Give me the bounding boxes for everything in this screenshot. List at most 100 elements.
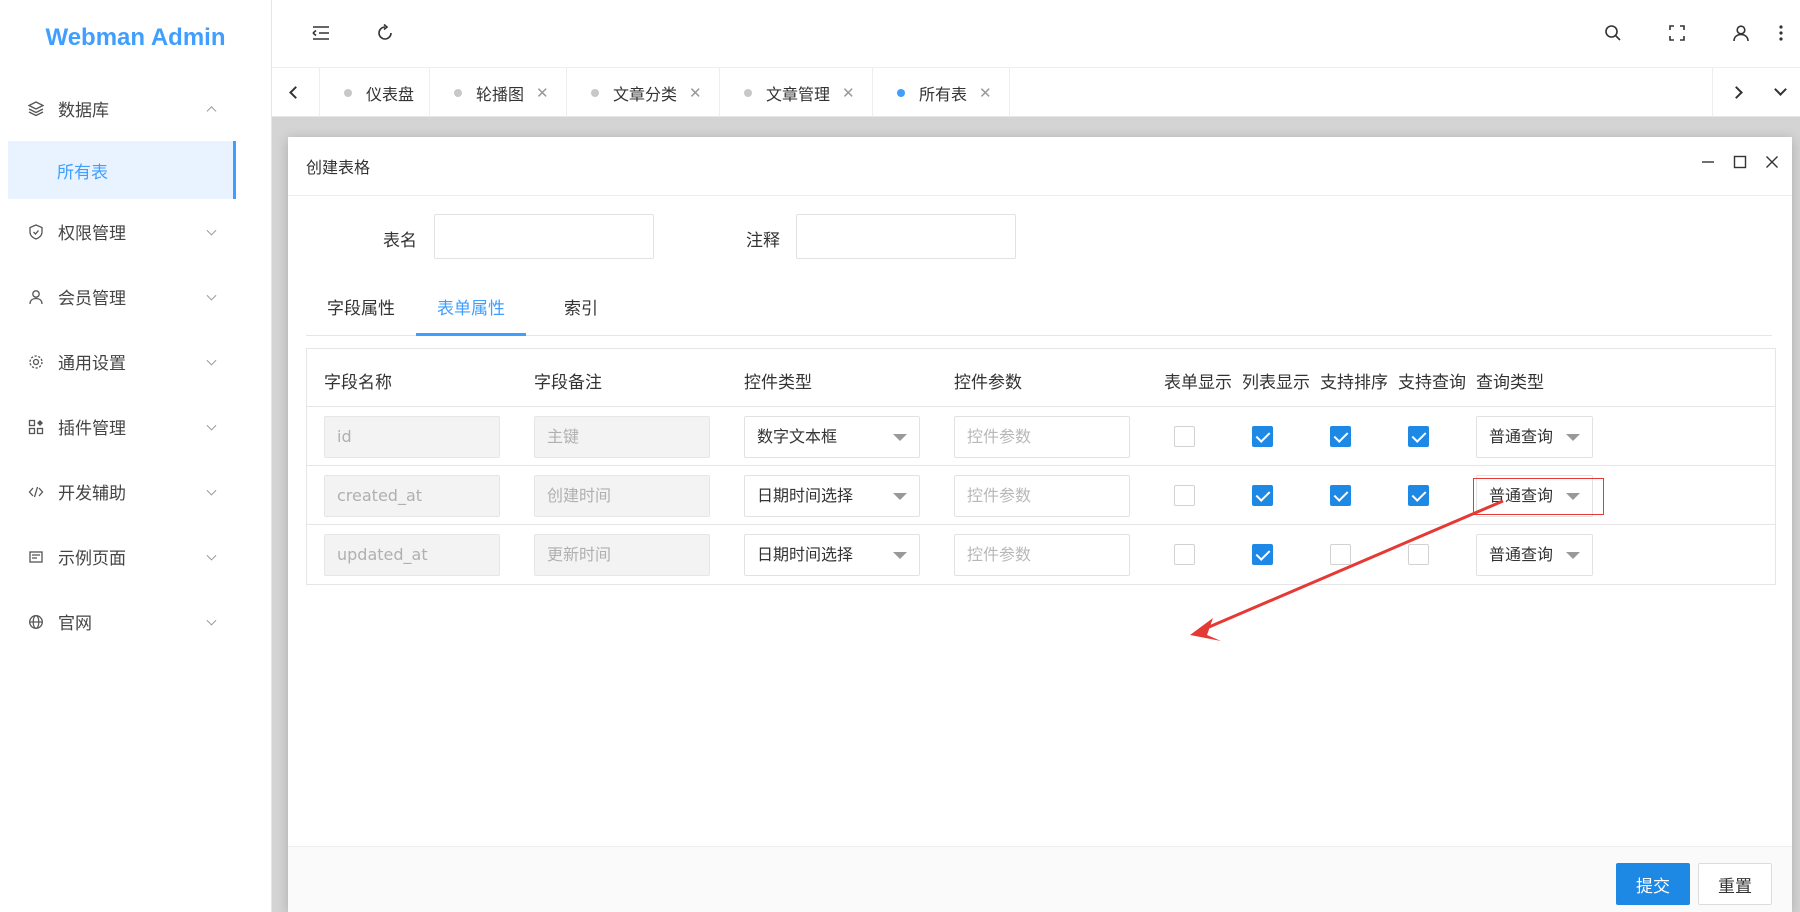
tab-article-category[interactable]: 文章分类 ✕ bbox=[567, 68, 720, 117]
globe-icon bbox=[28, 614, 44, 630]
control-type-select[interactable]: 日期时间选择 bbox=[744, 534, 920, 576]
column-header: 支持查询 bbox=[1398, 373, 1466, 393]
select-value: 普通查询 bbox=[1489, 545, 1554, 564]
form-show-checkbox[interactable] bbox=[1174, 544, 1195, 565]
tab-label: 轮播图 bbox=[476, 84, 525, 104]
select-value: 日期时间选择 bbox=[757, 486, 854, 505]
query-type-select[interactable]: 普通查询 bbox=[1476, 475, 1593, 517]
sidebar-item-dev-tools[interactable]: 开发辅助 bbox=[0, 459, 271, 524]
form-sub-tabs: 字段属性 表单属性 索引 bbox=[306, 292, 1772, 336]
control-type-select[interactable]: 数字文本框 bbox=[744, 416, 920, 458]
close-icon[interactable]: ✕ bbox=[979, 84, 992, 102]
control-param-input[interactable]: 控件参数 bbox=[954, 534, 1130, 576]
maximize-icon[interactable] bbox=[1732, 154, 1748, 170]
table-name-input[interactable] bbox=[434, 214, 654, 259]
sidebar-item-label: 会员管理 bbox=[58, 289, 126, 309]
submit-button[interactable]: 提交 bbox=[1616, 863, 1690, 905]
caret-down-icon bbox=[893, 552, 907, 559]
page-icon bbox=[28, 549, 44, 565]
tab-field-properties[interactable]: 字段属性 bbox=[306, 292, 416, 336]
tab-scroll-left[interactable] bbox=[272, 68, 320, 117]
query-type-select[interactable]: 普通查询 bbox=[1476, 534, 1593, 576]
field-remark-input[interactable]: 主键 bbox=[534, 416, 710, 458]
more-vertical-icon[interactable] bbox=[1770, 22, 1792, 44]
chevron-left-icon bbox=[289, 86, 302, 99]
reset-button[interactable]: 重置 bbox=[1698, 863, 1772, 905]
table-row: id 主键 数字文本框 控件参数 普通查询 bbox=[307, 407, 1775, 466]
tab-label: 文章管理 bbox=[766, 84, 831, 104]
query-type-select[interactable]: 普通查询 bbox=[1476, 416, 1593, 458]
close-icon[interactable]: ✕ bbox=[842, 84, 855, 102]
comment-input[interactable] bbox=[796, 214, 1016, 259]
form-show-checkbox[interactable] bbox=[1174, 426, 1195, 447]
tab-label: 文章分类 bbox=[613, 84, 678, 104]
column-header: 查询类型 bbox=[1476, 373, 1544, 393]
searchable-checkbox[interactable] bbox=[1408, 426, 1429, 447]
table-info-form: 表名 注释 bbox=[288, 214, 1792, 260]
sortable-checkbox[interactable] bbox=[1330, 485, 1351, 506]
table-name-label: 表名 bbox=[383, 231, 417, 251]
list-show-checkbox[interactable] bbox=[1252, 485, 1273, 506]
tab-dashboard[interactable]: 仪表盘 bbox=[320, 68, 430, 117]
user-icon[interactable] bbox=[1730, 22, 1752, 44]
tab-all-tables[interactable]: 所有表 ✕ bbox=[873, 68, 1010, 117]
chevron-down-icon bbox=[206, 225, 217, 236]
select-value: 普通查询 bbox=[1489, 427, 1554, 446]
caret-down-icon bbox=[893, 493, 907, 500]
searchable-checkbox[interactable] bbox=[1408, 485, 1429, 506]
minimize-icon[interactable] bbox=[1700, 154, 1716, 170]
form-show-checkbox[interactable] bbox=[1174, 485, 1195, 506]
sortable-checkbox[interactable] bbox=[1330, 426, 1351, 447]
search-icon[interactable] bbox=[1602, 22, 1624, 44]
sidebar-item-label: 插件管理 bbox=[58, 419, 126, 439]
sidebar-item-permissions[interactable]: 权限管理 bbox=[0, 199, 271, 264]
list-show-checkbox[interactable] bbox=[1252, 426, 1273, 447]
searchable-checkbox[interactable] bbox=[1408, 544, 1429, 565]
menu-fold-icon[interactable] bbox=[310, 22, 332, 44]
tab-dot bbox=[897, 88, 905, 97]
app-logo[interactable]: Webman Admin bbox=[0, 0, 271, 76]
top-header bbox=[272, 0, 1800, 67]
sidebar-item-label: 开发辅助 bbox=[58, 484, 126, 504]
database-icon bbox=[28, 100, 44, 117]
sortable-checkbox[interactable] bbox=[1330, 544, 1351, 565]
sidebar-subitem-all-tables[interactable]: 所有表 bbox=[8, 141, 236, 199]
sidebar-item-label: 数据库 bbox=[58, 101, 109, 121]
chevron-down-icon bbox=[206, 485, 217, 496]
tab-carousel[interactable]: 轮播图 ✕ bbox=[430, 68, 567, 117]
select-value: 数字文本框 bbox=[757, 427, 838, 446]
chevron-down-icon bbox=[206, 615, 217, 626]
control-param-input[interactable]: 控件参数 bbox=[954, 416, 1130, 458]
tab-article-management[interactable]: 文章管理 ✕ bbox=[720, 68, 873, 117]
fullscreen-icon[interactable] bbox=[1666, 22, 1688, 44]
field-remark-input[interactable]: 创建时间 bbox=[534, 475, 710, 517]
table-row: updated_at 更新时间 日期时间选择 控件参数 普通查询 bbox=[307, 525, 1775, 584]
field-name-input[interactable]: id bbox=[324, 416, 500, 458]
field-name-input[interactable]: created_at bbox=[324, 475, 500, 517]
tab-scroll-right[interactable] bbox=[1712, 68, 1760, 117]
field-remark-input[interactable]: 更新时间 bbox=[534, 534, 710, 576]
refresh-icon[interactable] bbox=[374, 22, 396, 44]
caret-down-icon bbox=[893, 434, 907, 441]
control-type-select[interactable]: 日期时间选择 bbox=[744, 475, 920, 517]
sidebar-item-website[interactable]: 官网 bbox=[0, 589, 271, 654]
close-icon[interactable]: ✕ bbox=[689, 84, 702, 102]
tab-more-dropdown[interactable] bbox=[1760, 68, 1800, 117]
close-icon[interactable] bbox=[1764, 154, 1780, 170]
sidebar-item-settings[interactable]: 通用设置 bbox=[0, 329, 271, 394]
sidebar-item-label: 权限管理 bbox=[58, 224, 126, 244]
tab-index[interactable]: 索引 bbox=[526, 292, 636, 336]
window-controls bbox=[1700, 154, 1780, 170]
control-param-input[interactable]: 控件参数 bbox=[954, 475, 1130, 517]
list-show-checkbox[interactable] bbox=[1252, 544, 1273, 565]
sidebar-item-examples[interactable]: 示例页面 bbox=[0, 524, 271, 589]
sidebar-item-members[interactable]: 会员管理 bbox=[0, 264, 271, 329]
sidebar: Webman Admin 数据库 所有表 权限管理 会员管理 通用设置 插件管理 bbox=[0, 0, 272, 912]
caret-down-icon bbox=[1566, 552, 1580, 559]
sidebar-item-database[interactable]: 数据库 bbox=[0, 76, 271, 141]
close-icon[interactable]: ✕ bbox=[536, 84, 549, 102]
column-header: 列表显示 bbox=[1242, 373, 1310, 393]
field-name-input[interactable]: updated_at bbox=[324, 534, 500, 576]
sidebar-item-plugins[interactable]: 插件管理 bbox=[0, 394, 271, 459]
tab-form-properties[interactable]: 表单属性 bbox=[416, 292, 526, 336]
